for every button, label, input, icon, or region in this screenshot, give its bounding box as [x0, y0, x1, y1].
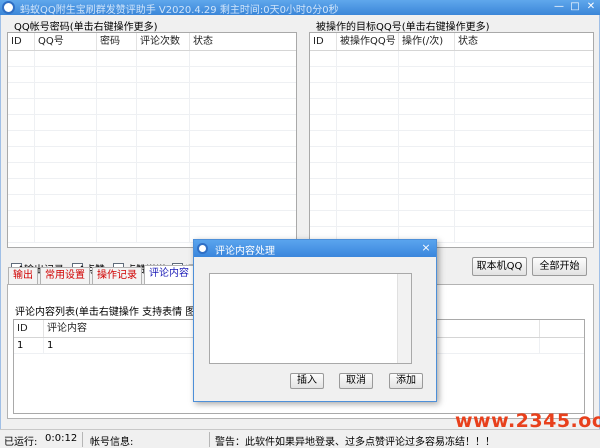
app-logo-icon [197, 243, 208, 254]
scrollbar[interactable] [397, 274, 411, 363]
column-header[interactable]: 被操作QQ号 [337, 33, 399, 50]
column-header[interactable]: 操作(/次) [399, 33, 455, 50]
column-header[interactable]: 密码 [97, 33, 137, 50]
tab-common-settings[interactable]: 常用设置 [40, 267, 90, 284]
app-logo-icon [2, 1, 15, 14]
account-info: 帐号信息: [90, 437, 134, 448]
minimize-icon[interactable]: — [552, 1, 566, 13]
target-table[interactable]: ID 被操作QQ号 操作(/次) 状态 [309, 32, 594, 248]
tab-operation-log[interactable]: 操作记录 [92, 267, 142, 284]
comment-id-cell: 1 [14, 338, 44, 353]
status-divider [209, 432, 210, 447]
cancel-button[interactable]: 取消 [339, 373, 373, 389]
status-bar: 已运行: 0:0:12 帐号信息: 警告：此软件如果异地登录、过多点赞评论过多容… [0, 429, 600, 448]
comment-list-label: 评论内容列表(单击右键操作 支持表情 图片 [15, 307, 206, 318]
close-icon[interactable]: ✕ [584, 1, 598, 13]
start-all-button[interactable]: 全部开始 [532, 257, 587, 276]
account-table[interactable]: ID QQ号 密码 评论次数 状态 [7, 32, 297, 248]
account-table-header: ID QQ号 密码 评论次数 状态 [8, 33, 296, 51]
window-title: 蚂蚁QQ附生宝刷群发赞评助手 V2020.4.29 剩主时间:0天0小时0分0秒 [20, 5, 339, 16]
insert-button[interactable]: 插入 [290, 373, 324, 389]
dialog-title-bar: 评论内容处理 × [194, 240, 436, 257]
comment-textarea[interactable] [209, 273, 412, 364]
column-header[interactable]: ID [310, 33, 337, 50]
running-time: 0:0:12 [45, 433, 78, 444]
get-local-qq-button[interactable]: 取本机QQ [472, 257, 527, 276]
column-header[interactable]: 状态 [455, 33, 593, 50]
target-table-header: ID 被操作QQ号 操作(/次) 状态 [310, 33, 593, 51]
column-header[interactable]: 状态 [190, 33, 296, 50]
column-header[interactable]: QQ号 [35, 33, 97, 50]
tab-bar: 输出 常用设置 操作记录 评论内容 [8, 265, 196, 285]
tab-comment-content[interactable]: 评论内容 [144, 265, 194, 284]
column-header[interactable]: 评论次数 [137, 33, 190, 50]
target-list-label: 被操作的目标QQ号(单击右键操作更多) [316, 22, 490, 33]
warning-text: 警告：此软件如果异地登录、过多点赞评论过多容易冻结！！！ [215, 437, 495, 448]
account-list-label: QQ帐号密码(单击右键操作更多) [14, 22, 158, 33]
maximize-icon[interactable]: □ [568, 1, 582, 13]
column-header[interactable]: ID [8, 33, 35, 50]
status-divider [82, 432, 83, 447]
dialog-close-icon[interactable]: × [420, 241, 432, 255]
dialog-title: 评论内容处理 [215, 246, 275, 257]
running-label: 已运行: [4, 437, 38, 448]
comment-dialog: 评论内容处理 × 插入 取消 添加 [193, 239, 437, 402]
column-header[interactable]: ID [14, 320, 44, 337]
add-button[interactable]: 添加 [389, 373, 423, 389]
tab-output[interactable]: 输出 [8, 267, 38, 284]
title-bar: 蚂蚁QQ附生宝刷群发赞评助手 V2020.4.29 剩主时间:0天0小时0分0秒… [0, 0, 600, 16]
